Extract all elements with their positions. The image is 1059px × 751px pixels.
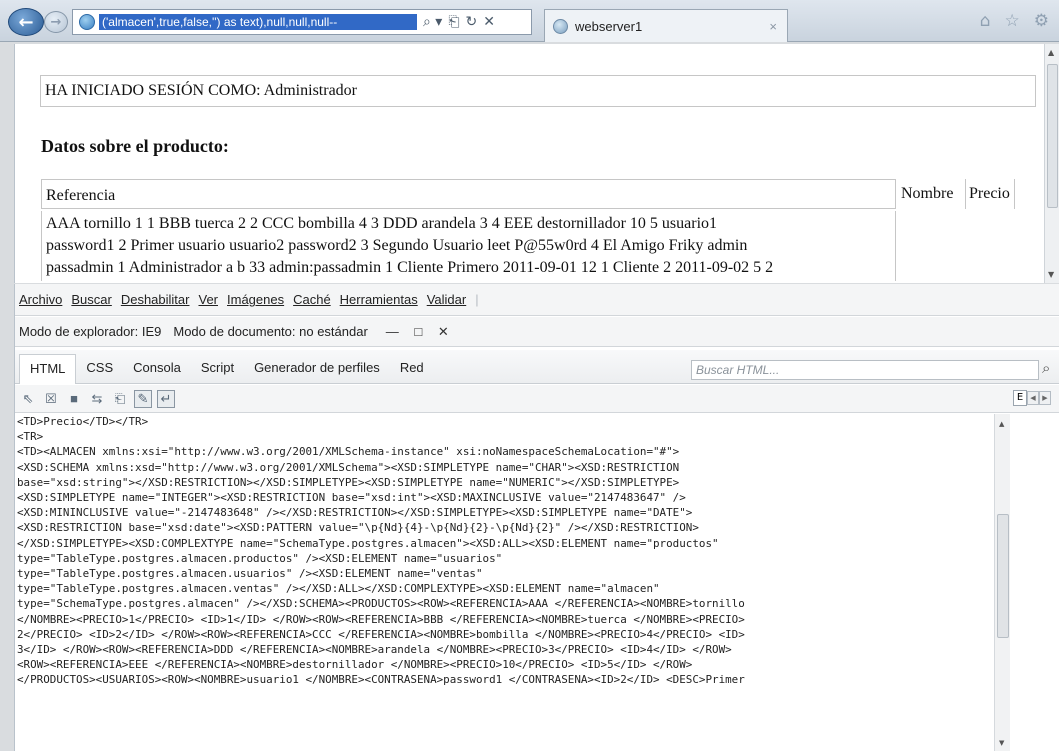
address-bar[interactable]: ('almacen',true,false,'') as text),null,… [72, 9, 532, 35]
tab-red[interactable]: Red [390, 360, 434, 383]
pane-left-arrow-icon[interactable]: ◀ [1027, 391, 1039, 405]
tab-consola[interactable]: Consola [123, 360, 191, 383]
code-line[interactable]: <ROW><REFERENCIA>EEE </REFERENCIA><NOMBR… [17, 657, 992, 672]
code-line[interactable]: type="TableType.postgres.almacen.usuario… [17, 566, 992, 581]
developer-tools: Archivo Buscar Deshabilitar Ver Imágenes… [14, 284, 1059, 751]
browser-tab[interactable]: webserver1 × [544, 9, 788, 42]
code-line[interactable]: <XSD:RESTRICTION base="xsd:date"><XSD:PA… [17, 520, 992, 535]
code-line[interactable]: <TD>Precio</TD></TR> [17, 414, 992, 429]
side-pane-label[interactable]: E [1013, 390, 1027, 406]
favorites-star-icon[interactable]: ☆ [1005, 11, 1020, 31]
home-icon[interactable]: ⌂ [980, 11, 991, 31]
arrow-left-icon: ← [18, 11, 34, 33]
tab-title: webserver1 [575, 18, 643, 34]
tab-generador-de-perfiles[interactable]: Generador de perfiles [244, 360, 390, 383]
back-button[interactable]: ← [8, 8, 44, 36]
line-wrap-icon[interactable]: ↵ [157, 389, 175, 408]
save-icon[interactable]: ■ [65, 390, 83, 408]
address-text[interactable]: ('almacen',true,false,'') as text),null,… [99, 14, 417, 30]
devtools-modebar: Modo de explorador: IE9 Modo de document… [15, 317, 1059, 347]
forward-button[interactable]: → [44, 11, 68, 33]
code-line[interactable]: 2</PRECIO> <ID>2</ID> </ROW><ROW><REFERE… [17, 627, 992, 642]
code-line[interactable]: type="TableType.postgres.almacen.product… [17, 551, 992, 566]
refresh-icon[interactable]: ↻ [466, 14, 478, 30]
browser-chrome: ← → ('almacen',true,false,'') as text),n… [0, 0, 1059, 42]
devtools-menubar: Archivo Buscar Deshabilitar Ver Imágenes… [15, 284, 1059, 316]
tab-globe-icon [553, 18, 568, 34]
menu-herramientas[interactable]: Herramientas [340, 292, 418, 307]
code-scrollbar[interactable]: ▲ ▼ [994, 414, 1010, 751]
code-line[interactable]: </PRODUCTOS><USUARIOS><ROW><NOMBRE>usuar… [17, 672, 992, 687]
menu-separator: | [475, 292, 479, 307]
scroll-down-arrow-icon[interactable]: ▼ [1048, 270, 1054, 279]
section-heading: Datos sobre el producto: [41, 136, 229, 156]
refresh-dom-icon[interactable]: ⇆ [88, 390, 106, 408]
menu-buscar[interactable]: Buscar [71, 292, 111, 307]
search-html-input[interactable]: Buscar HTML... [691, 360, 1039, 380]
scroll-up-arrow-icon[interactable]: ▲ [999, 420, 1004, 428]
code-line[interactable]: <TR> [17, 429, 992, 444]
clear-outlines-icon[interactable]: ☒ [42, 390, 60, 408]
window-controls-icon[interactable]: — □ ✕ [386, 324, 455, 340]
page-globe-icon [79, 14, 95, 30]
menu-archivo[interactable]: Archivo [19, 292, 62, 307]
menu-ver[interactable]: Ver [198, 292, 218, 307]
side-pane-switcher[interactable]: E ◀ ▶ [1013, 390, 1051, 406]
select-element-icon[interactable]: ⇖ [19, 390, 37, 408]
menu-validar[interactable]: Validar [427, 292, 467, 307]
code-line[interactable]: <XSD:SCHEMA xmlns:xsd="http://www.w3.org… [17, 460, 992, 475]
code-line[interactable]: <XSD:MININCLUSIVE value="-2147483648" />… [17, 505, 992, 520]
code-scroll-thumb[interactable] [997, 514, 1009, 638]
word-wrap-icon[interactable]: ⎗ [111, 390, 129, 408]
gear-icon[interactable]: ⚙ [1034, 11, 1049, 31]
code-line[interactable]: 3</ID> </ROW><ROW><REFERENCIA>DDD </REFE… [17, 642, 992, 657]
header-referencia: Referencia [41, 179, 896, 209]
session-status: HA INICIADO SESIÓN COMO: Administrador [40, 75, 1036, 107]
header-precio: Precio [965, 179, 1015, 209]
stop-icon[interactable]: ✕ [483, 14, 495, 30]
search-icon[interactable]: ⌕ [1042, 359, 1050, 377]
edit-icon[interactable]: ✎ [134, 389, 152, 408]
code-line[interactable]: <XSD:SIMPLETYPE name="INTEGER"><XSD:REST… [17, 490, 992, 505]
search-dropdown-icon[interactable]: ⌕ ▾ [423, 14, 442, 30]
arrow-right-icon: → [50, 14, 62, 30]
code-line[interactable]: type="SchemaType.postgres.almacen" /></X… [17, 596, 992, 611]
scroll-down-arrow-icon[interactable]: ▼ [999, 739, 1004, 747]
tab-html[interactable]: HTML [19, 354, 77, 384]
tab-close-icon[interactable]: × [769, 19, 777, 34]
document-mode-menu[interactable]: Modo de documento: no estándar [173, 324, 367, 339]
menu-imagenes[interactable]: Imágenes [227, 292, 284, 307]
code-line[interactable]: base="xsd:string"></XSD:RESTRICTION></XS… [17, 475, 992, 490]
menu-cache[interactable]: Caché [293, 292, 331, 307]
tab-script[interactable]: Script [191, 360, 244, 383]
tab-css[interactable]: CSS [76, 360, 123, 383]
page-scrollbar[interactable]: ▲ ▼ [1044, 44, 1059, 283]
html-source-pane[interactable]: <TD>Precio</TD></TR> <TR> <TD><ALMACEN xml… [17, 414, 992, 751]
scroll-up-arrow-icon[interactable]: ▲ [1048, 48, 1054, 57]
devtools-toolbar: ⇖ ☒ ■ ⇆ ⎗ ✎ ↵ [15, 385, 1059, 413]
page-scroll-thumb[interactable] [1047, 64, 1058, 208]
data-line: AAA tornillo 1 1 BBB tuerca 2 2 CCC bomb… [46, 215, 718, 232]
compatibility-view-icon[interactable]: ⎗ [448, 14, 459, 30]
browser-mode-menu[interactable]: Modo de explorador: IE9 [19, 324, 161, 339]
pane-right-arrow-icon[interactable]: ▶ [1039, 391, 1051, 405]
data-line: passadmin 1 Administrador a b 33 admin:p… [46, 259, 774, 276]
table-data-cell: AAA tornillo 1 1 BBB tuerca 2 2 CCC bomb… [41, 211, 896, 281]
data-line: password1 2 Primer usuario usuario2 pass… [46, 237, 748, 254]
code-line[interactable]: </XSD:SIMPLETYPE><XSD:COMPLEXTYPE name="… [17, 536, 992, 551]
menu-deshabilitar[interactable]: Deshabilitar [121, 292, 190, 307]
code-line[interactable]: </NOMBRE><PRECIO>1</PRECIO> <ID>1</ID> <… [17, 612, 992, 627]
code-line[interactable]: <TD><ALMACEN xmlns:xsi="http://www.w3.or… [17, 444, 992, 459]
chrome-right-icons: ⌂ ☆ ⚙ [980, 11, 1049, 31]
page-viewport: HA INICIADO SESIÓN COMO: Administrador D… [14, 44, 1059, 283]
code-line[interactable]: type="TableType.postgres.almacen.ventas"… [17, 581, 992, 596]
header-nombre: Nombre [901, 185, 954, 202]
